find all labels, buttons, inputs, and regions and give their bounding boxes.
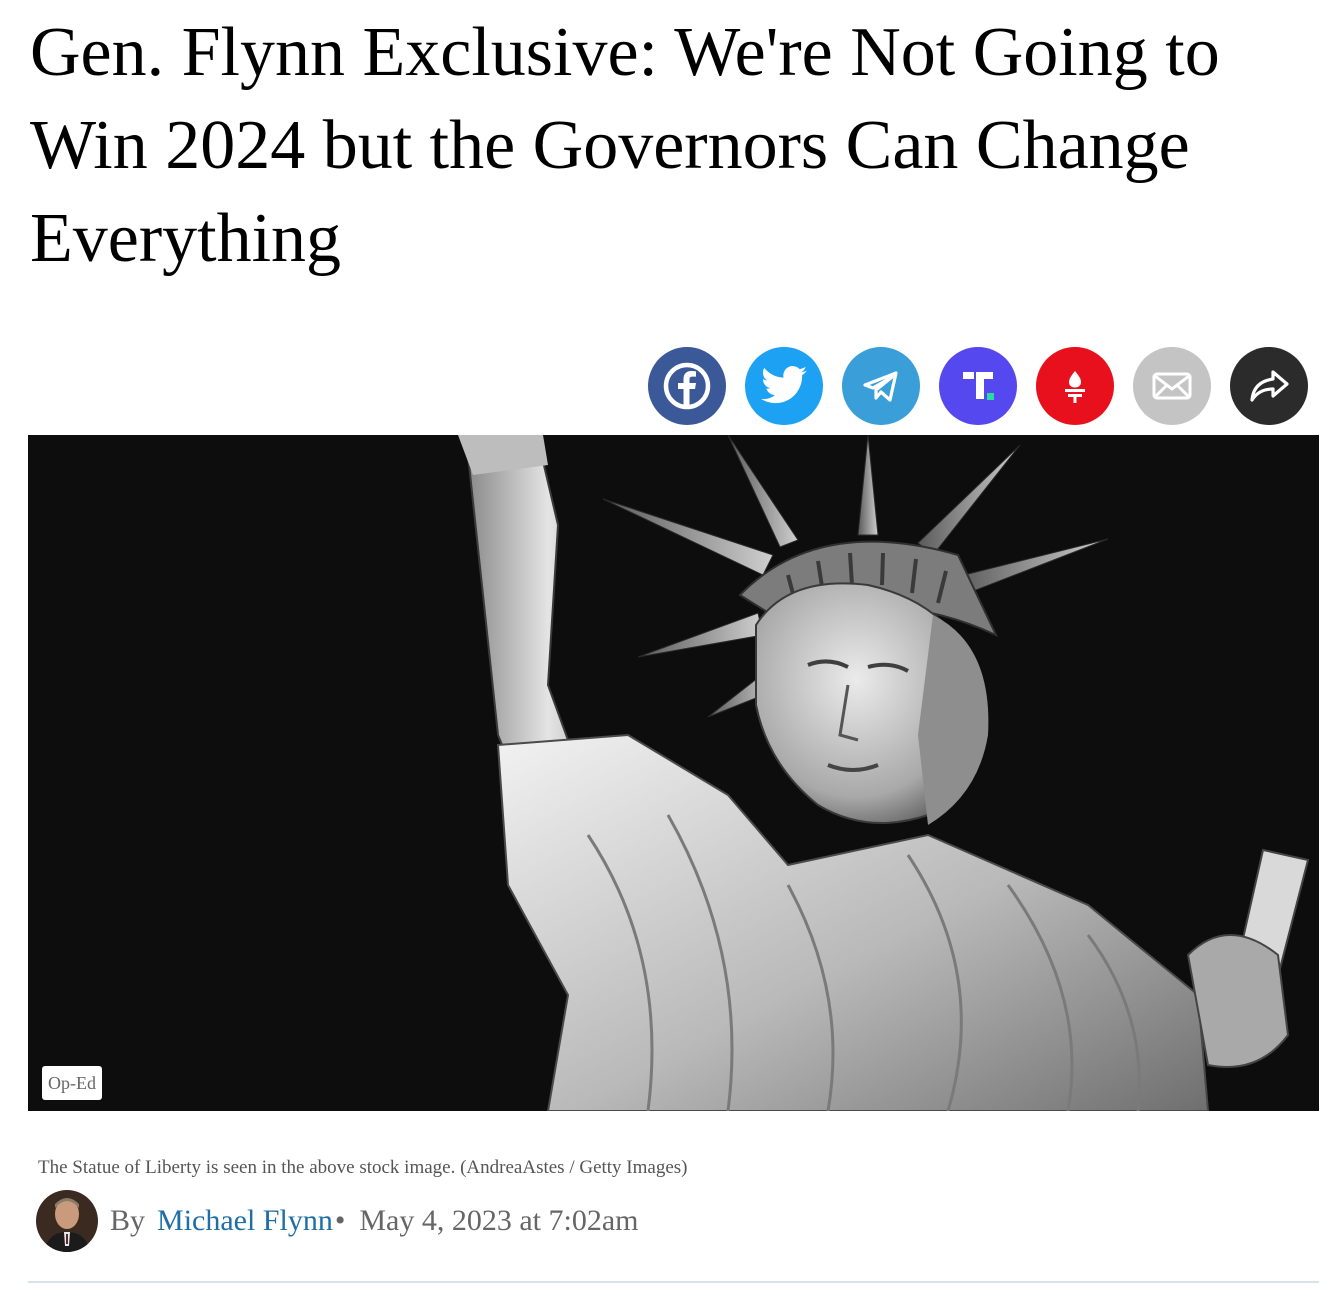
telegram-icon: [859, 364, 903, 408]
email-icon: [1148, 362, 1196, 410]
twitter-share-button[interactable]: [745, 347, 823, 425]
telegram-share-button[interactable]: [842, 347, 920, 425]
facebook-share-button[interactable]: [648, 347, 726, 425]
article-headline: Gen. Flynn Exclusive: We're Not Going to…: [30, 14, 1220, 277]
more-share-button[interactable]: [1230, 347, 1308, 425]
gettr-icon: [1055, 366, 1095, 406]
publish-date: May 4, 2023 at 7:02am: [359, 1204, 639, 1237]
byline-separator: •: [334, 1204, 346, 1237]
author-avatar[interactable]: [36, 1190, 98, 1252]
image-caption: The Statue of Liberty is seen in the abo…: [38, 1157, 688, 1178]
byline-by-label: By: [110, 1204, 146, 1237]
twitter-icon: [759, 361, 809, 411]
facebook-icon: [662, 361, 712, 411]
statue-of-liberty-photo: [28, 435, 1319, 1111]
truth-social-share-button[interactable]: [939, 347, 1017, 425]
author-link[interactable]: Michael Flynn: [157, 1204, 333, 1238]
truth-social-icon: [956, 364, 1000, 408]
section-divider: [28, 1281, 1319, 1283]
category-badge[interactable]: Op-Ed: [42, 1066, 102, 1100]
byline: By Michael Flynn • May 4, 2023 at 7:02am: [36, 1190, 638, 1252]
share-bar: [648, 347, 1308, 425]
email-share-button[interactable]: [1133, 347, 1211, 425]
hero-image: [28, 435, 1319, 1111]
share-arrow-icon: [1246, 363, 1292, 409]
gettr-share-button[interactable]: [1036, 347, 1114, 425]
